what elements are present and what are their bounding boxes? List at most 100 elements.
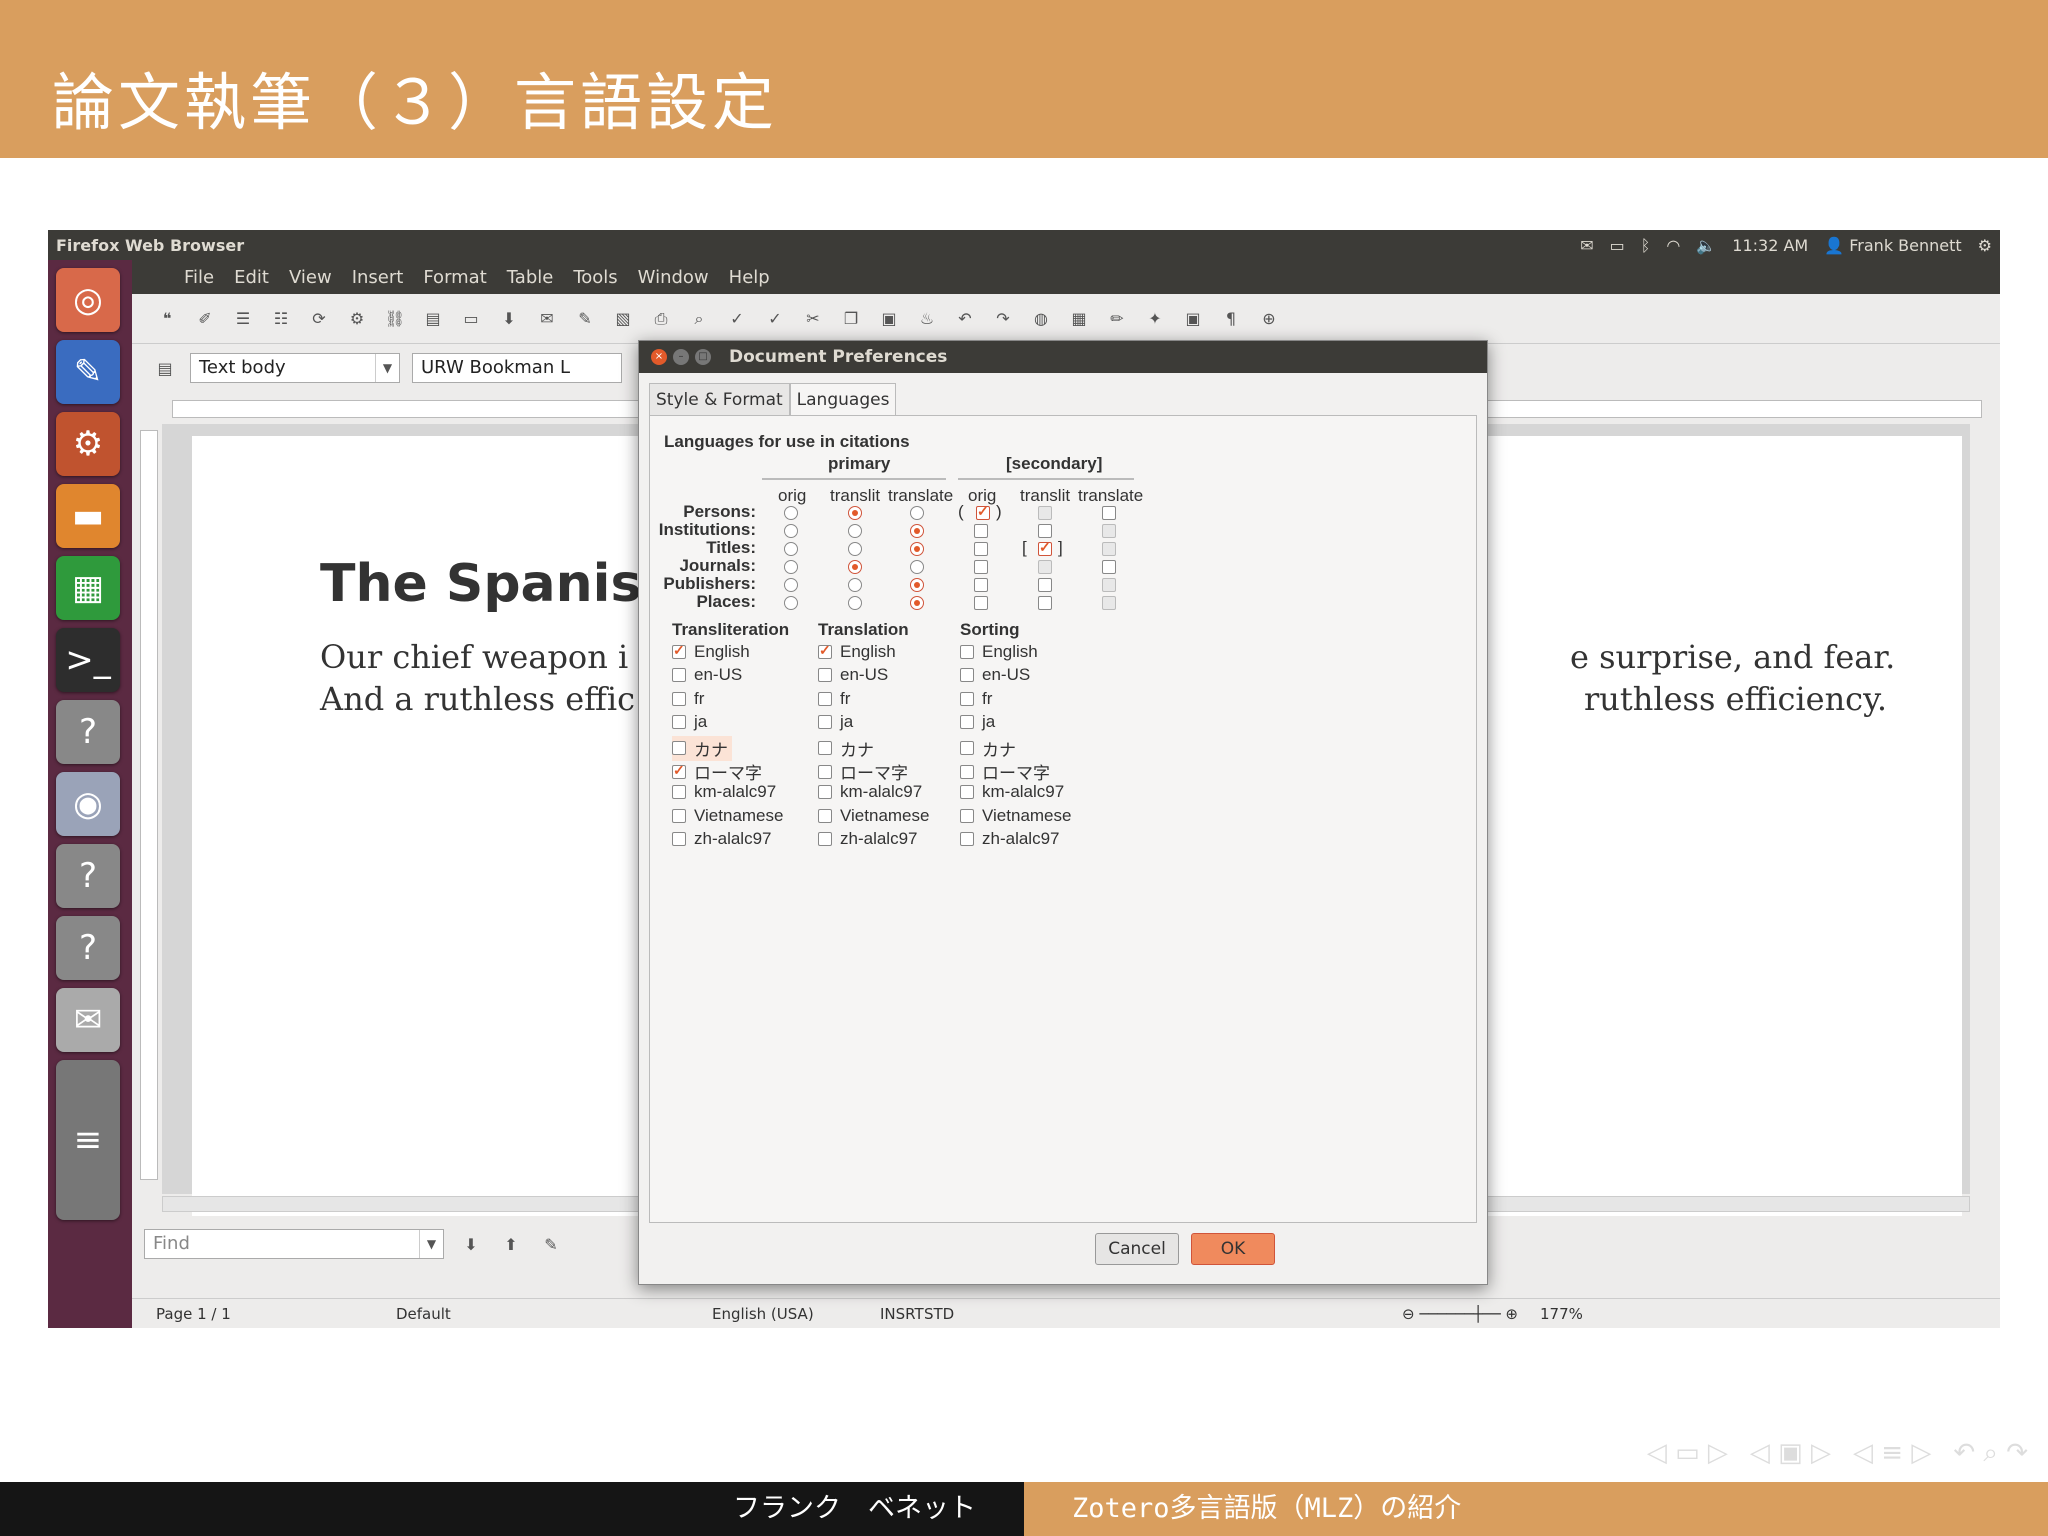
formatting-marks-icon[interactable]: ¶	[1218, 306, 1244, 332]
places-secondary-translate-checkbox[interactable]	[1102, 596, 1116, 610]
translation-checkbox[interactable]	[818, 785, 832, 800]
new-document-icon[interactable]: ▤	[420, 306, 446, 332]
redo-icon[interactable]: ↷	[990, 306, 1016, 332]
email-icon[interactable]: ✉	[534, 306, 560, 332]
transliteration-checkbox[interactable]	[672, 741, 686, 756]
sorting-checkbox[interactable]	[960, 741, 974, 756]
institutions-translate-radio[interactable]	[910, 524, 924, 538]
transliteration-language-item[interactable]: Vietnamese	[672, 806, 783, 826]
sorting-checkbox[interactable]	[960, 668, 974, 683]
titles-orig-radio[interactable]	[784, 542, 798, 556]
translation-checkbox[interactable]	[818, 642, 832, 659]
calc-icon[interactable]: ▦	[56, 556, 120, 620]
persons-translit-radio[interactable]	[848, 506, 862, 520]
places-secondary-translit-checkbox[interactable]	[1038, 596, 1052, 610]
transliteration-language-item[interactable]: en-US	[672, 665, 742, 685]
transliteration-checkbox[interactable]	[672, 691, 686, 706]
export-pdf-icon[interactable]: ▧	[610, 306, 636, 332]
sorting-checkbox[interactable]	[960, 691, 974, 706]
translation-checkbox[interactable]	[818, 808, 832, 823]
zotero-insert-citation-icon[interactable]: ❝	[154, 306, 180, 332]
settings-icon[interactable]: ⚙	[56, 412, 120, 476]
nav-subsection-icon[interactable]: ◁ ▣ ▷	[1750, 1438, 1831, 1469]
sorting-language-item[interactable]: ローマ字	[960, 759, 1050, 784]
navigator-icon[interactable]: ✦	[1142, 306, 1168, 332]
transliteration-language-item[interactable]: ja	[672, 712, 707, 732]
translation-language-item[interactable]: Vietnamese	[818, 806, 929, 826]
gallery-icon[interactable]: ▣	[1180, 306, 1206, 332]
publishers-translit-radio[interactable]	[848, 578, 862, 592]
maximize-icon[interactable]: □	[695, 349, 711, 365]
places-translate-radio[interactable]	[910, 596, 924, 610]
insert-mode[interactable]: INSRT	[880, 1305, 924, 1323]
institutions-translit-radio[interactable]	[848, 524, 862, 538]
sorting-language-item[interactable]: ja	[960, 712, 995, 732]
sorting-language-item[interactable]: English	[960, 642, 1038, 662]
menu-tools[interactable]: Tools	[573, 267, 617, 288]
menu-table[interactable]: Table	[507, 267, 554, 288]
persons-translate-radio[interactable]	[910, 506, 924, 520]
menu-window[interactable]: Window	[638, 267, 709, 288]
places-secondary-orig-checkbox[interactable]	[974, 596, 988, 610]
wifi-icon[interactable]: ◠	[1666, 236, 1680, 255]
zoom-slider[interactable]: ⊖ ──────┼── ⊕	[1402, 1305, 1518, 1323]
clock[interactable]: 11:32 AM	[1732, 236, 1808, 255]
sorting-checkbox[interactable]	[960, 764, 974, 779]
transliteration-language-item[interactable]: zh-alalc97	[672, 829, 772, 849]
sorting-language-item[interactable]: km-alalc97	[960, 782, 1064, 802]
writer-icon[interactable]: ✎	[56, 340, 120, 404]
persons-orig-radio[interactable]	[784, 506, 798, 520]
menu-insert[interactable]: Insert	[352, 267, 404, 288]
zotero-edit-bibliography-icon[interactable]: ☷	[268, 306, 294, 332]
translation-checkbox[interactable]	[818, 741, 832, 756]
ok-button[interactable]: OK	[1191, 1233, 1275, 1265]
translation-checkbox[interactable]	[818, 691, 832, 706]
stacked-apps-icon[interactable]: ≡	[56, 1060, 120, 1220]
publishers-secondary-translate-checkbox[interactable]	[1102, 578, 1116, 592]
selection-mode[interactable]: STD	[924, 1305, 954, 1323]
menu-edit[interactable]: Edit	[234, 267, 269, 288]
translation-checkbox[interactable]	[818, 715, 832, 730]
sorting-checkbox[interactable]	[960, 785, 974, 800]
copy-icon[interactable]: ❐	[838, 306, 864, 332]
font-name-select[interactable]: URW Bookman L	[412, 353, 622, 383]
clone-format-icon[interactable]: ♨	[914, 306, 940, 332]
titles-secondary-orig-checkbox[interactable]	[974, 542, 988, 556]
language-status[interactable]: English (USA)	[712, 1305, 814, 1323]
menu-file[interactable]: File	[184, 267, 214, 288]
journals-secondary-orig-checkbox[interactable]	[974, 560, 988, 574]
find-input[interactable]: Find ▼	[144, 1229, 444, 1259]
translation-language-item[interactable]: zh-alalc97	[818, 829, 918, 849]
publishers-secondary-orig-checkbox[interactable]	[974, 578, 988, 592]
terminal-icon[interactable]: >_	[56, 628, 120, 692]
sorting-checkbox[interactable]	[960, 645, 974, 659]
persons-secondary-translit-checkbox[interactable]	[1038, 506, 1052, 520]
titles-secondary-translate-checkbox[interactable]	[1102, 542, 1116, 556]
find-previous-icon[interactable]: ⬆	[498, 1231, 524, 1257]
user-menu[interactable]: 👤 Frank Bennett	[1824, 236, 1961, 255]
open-icon[interactable]: ▭	[458, 306, 484, 332]
zotero-unlink-icon[interactable]: ⛓	[382, 306, 408, 332]
save-icon[interactable]: ⬇	[496, 306, 522, 332]
zotero-edit-citation-icon[interactable]: ✐	[192, 306, 218, 332]
print-preview-icon[interactable]: ⌕	[686, 306, 712, 332]
chevron-down-icon[interactable]: ▼	[419, 1230, 443, 1258]
cut-icon[interactable]: ✂	[800, 306, 826, 332]
dash-icon[interactable]: ◎	[56, 268, 120, 332]
zotero-insert-bibliography-icon[interactable]: ☰	[230, 306, 256, 332]
close-icon[interactable]: ×	[651, 349, 667, 365]
translation-checkbox[interactable]	[818, 668, 832, 683]
institutions-orig-radio[interactable]	[784, 524, 798, 538]
menu-view[interactable]: View	[289, 267, 332, 288]
persons-secondary-translate-checkbox[interactable]	[1102, 506, 1116, 520]
persons-secondary-orig-checkbox[interactable]	[976, 503, 990, 520]
autospellcheck-icon[interactable]: ✓	[762, 306, 788, 332]
help-icon[interactable]: ⊕	[1256, 306, 1282, 332]
files-icon[interactable]: ▬	[56, 484, 120, 548]
chevron-down-icon[interactable]: ▼	[375, 354, 399, 382]
unknown-app-icon[interactable]: ?	[56, 916, 120, 980]
transliteration-checkbox[interactable]	[672, 785, 686, 800]
edit-mode-icon[interactable]: ✎	[572, 306, 598, 332]
journals-secondary-translate-checkbox[interactable]	[1102, 560, 1116, 574]
nav-section-icon[interactable]: ◁ ≡ ▷	[1853, 1438, 1931, 1469]
